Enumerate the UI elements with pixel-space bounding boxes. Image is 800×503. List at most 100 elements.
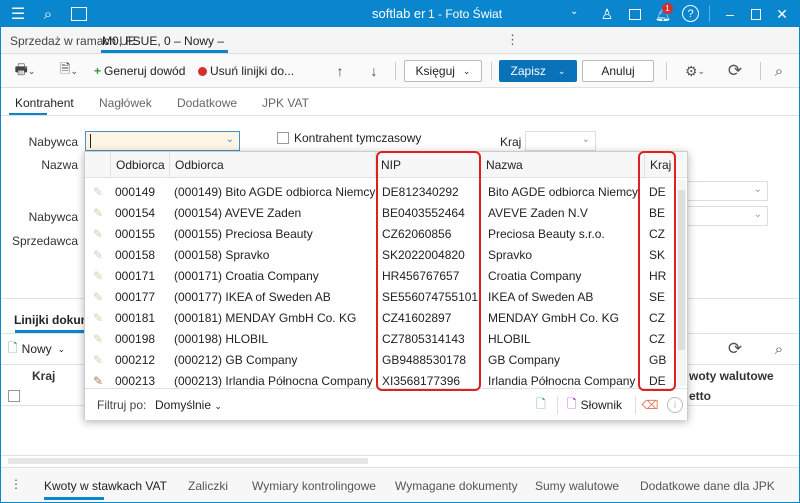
new-line-button[interactable]: 🗋 Nowy ⌄ [8, 340, 65, 358]
cell-name: AVEVE Zaden N.V [488, 206, 588, 220]
cell-name: HLOBIL [488, 332, 531, 346]
tab-advances[interactable]: Zaliczki [188, 479, 228, 493]
delete-icon [198, 66, 207, 76]
generate-proof-button[interactable]: + Generuj dowód [94, 62, 185, 80]
tab-current-document[interactable]: M0, FSUE, 0 – Nowy – Sprzedaż w rama [102, 34, 228, 48]
title-bar: ☰ ⌕ softlab er 1 - Foto Świat ⌄ ♙ 🔔︎ 1 ?… [0, 0, 800, 27]
chevron-down-icon[interactable]: ⌄ [226, 134, 234, 145]
toolbar: 🖶︎ ⌄ 🗎 ⌄ + Generuj dowód Usuń linijki do...… [0, 54, 800, 88]
document-list-icon[interactable] [68, 4, 90, 24]
tab-jpk-extra[interactable]: Dodatkowe dane dla JPK [640, 479, 775, 493]
filter-select[interactable]: Domyślnie ⌄ [155, 398, 222, 412]
horizontal-scrollbar[interactable] [8, 458, 368, 464]
country-label: Kraj [500, 135, 522, 149]
add-document-icon: 🗋 [8, 340, 18, 355]
tab-required-documents[interactable]: Wymagane dokumenty [395, 479, 518, 493]
add-document-icon[interactable]: 🗋 [533, 396, 549, 414]
search-filter-icon[interactable]: ⌕ [768, 338, 790, 360]
settings-gear-icon[interactable]: ⚙ ⌄ [678, 62, 712, 80]
delete-lines-button[interactable]: Usuń linijki do... [198, 62, 294, 80]
tab-currency-sums[interactable]: Sumy walutowe [535, 479, 619, 493]
select-all-checkbox[interactable] [8, 390, 20, 402]
more-icon[interactable]: ⋮ [10, 477, 22, 491]
search-icon[interactable]: ⌕ [38, 4, 58, 24]
tab-dodatkowe[interactable]: Dodatkowe [177, 96, 237, 110]
pencil-icon: ✎ [93, 227, 104, 241]
cell-code: 000149 [115, 185, 156, 199]
pencil-icon: ✎ [93, 353, 104, 367]
pencil-icon: ✎ [93, 248, 104, 262]
cell-label: (000177) IKEA of Sweden AB [174, 290, 331, 304]
maximize-icon[interactable] [746, 4, 766, 24]
header-name[interactable]: Nazwa [481, 152, 644, 178]
cell-name: MENDAY GmbH Co. KG [488, 311, 619, 325]
cell-label: (000149) Bito AGDE odbiorca Niemcy [174, 185, 376, 199]
column-country[interactable]: Kraj [32, 369, 55, 383]
save-button[interactable]: Zapisz ⌄ [499, 60, 577, 82]
cell-label: (000181) MENDAY GmbH Co. KG [174, 311, 357, 325]
search-filter-icon[interactable]: ⌕ [768, 60, 790, 82]
cell-code: 000181 [115, 311, 156, 325]
tab-kontrahent[interactable]: Kontrahent [15, 96, 74, 110]
header-code[interactable]: Odbiorca [110, 152, 165, 178]
tab-control-dimensions[interactable]: Wymiary kontrolingowe [252, 479, 376, 493]
country-select[interactable]: ⌄ [525, 131, 596, 151]
temporary-contractor-label: Kontrahent tymczasowy [294, 131, 422, 145]
user-icon[interactable]: ♙ [598, 4, 616, 24]
pencil-icon: ✎ [93, 311, 104, 325]
document-tabs: Sprzedaż w ramach UE M0, FSUE, 0 – Nowy … [0, 27, 800, 54]
move-down-icon[interactable]: ↓ [366, 62, 382, 80]
menu-icon[interactable]: ☰ [8, 4, 28, 24]
company-selector[interactable]: 1 - Foto Świat [428, 7, 502, 21]
post-button[interactable]: Księguj ⌄ [404, 60, 482, 82]
cell-code: 000198 [115, 332, 156, 346]
cell-name: Croatia Company [488, 269, 582, 283]
eraser-icon[interactable]: ⌫ [641, 396, 659, 414]
document-settings-button[interactable]: 🗎 ⌄ [52, 61, 86, 80]
tab-jpk-vat[interactable]: JPK VAT [262, 96, 309, 110]
vertical-scrollbar[interactable] [677, 180, 686, 386]
move-up-icon[interactable]: ↑ [332, 62, 348, 80]
tab-naglowek[interactable]: Nagłówek [99, 96, 152, 110]
cell-code: 000212 [115, 353, 156, 367]
pencil-icon: ✎ [93, 206, 104, 220]
chat-icon[interactable] [626, 4, 644, 24]
seller-label: Sprzedawca [11, 234, 78, 248]
minimize-icon[interactable]: – [720, 4, 740, 24]
cell-label: (000158) Spravko [174, 248, 270, 262]
info-icon[interactable]: i [667, 397, 683, 413]
print-button[interactable]: 🖶︎ ⌄ [8, 61, 42, 80]
more-icon[interactable]: ⋮ [506, 32, 519, 48]
buyer-input[interactable]: ⌄ [85, 131, 240, 151]
cancel-button[interactable]: Anuluj [582, 60, 654, 82]
dropdown-footer: Filtruj po: Domyślnie ⌄ 🗋 🗋 Słownik ⌫ i [85, 388, 687, 420]
add-document-icon: + [94, 64, 102, 78]
cell-code: 000154 [115, 206, 156, 220]
pencil-icon: ✎ [93, 185, 104, 199]
select-field[interactable]: ⌄ [680, 181, 768, 201]
column-currency-amounts[interactable]: woty walutowe [689, 369, 774, 383]
close-icon[interactable]: ✕ [772, 4, 792, 24]
cell-code: 000155 [115, 227, 156, 241]
help-icon[interactable]: ? [682, 5, 699, 22]
pencil-icon: ✎ [93, 290, 104, 304]
cell-name: Preciosa Beauty s.r.o. [488, 227, 605, 241]
cell-name: Spravko [488, 248, 533, 262]
filter-label: Filtruj po: [97, 398, 147, 412]
document-info-icon: 🗋 [567, 396, 577, 411]
cell-label: (000155) Preciosa Beauty [174, 227, 313, 241]
column-net[interactable]: etto [689, 389, 711, 403]
cell-code: 000158 [115, 248, 156, 262]
cell-label: (000171) Croatia Company [174, 269, 319, 283]
refresh-icon[interactable]: ⟳ [724, 338, 746, 360]
tab-vat-amounts[interactable]: Kwoty w stawkach VAT [44, 479, 167, 493]
refresh-icon[interactable]: ⟳ [724, 60, 746, 82]
header-label[interactable]: Odbiorca [169, 152, 375, 178]
pencil-icon: ✎ [93, 269, 104, 283]
temporary-contractor-checkbox[interactable] [277, 132, 289, 144]
select-field[interactable]: ⌄ [680, 206, 768, 226]
dictionary-button[interactable]: 🗋 Słownik [567, 396, 622, 414]
chevron-down-icon[interactable]: ⌄ [570, 6, 578, 17]
cell-code: 000177 [115, 290, 156, 304]
cell-name: Bito AGDE odbiorca Niemcy [488, 185, 639, 199]
